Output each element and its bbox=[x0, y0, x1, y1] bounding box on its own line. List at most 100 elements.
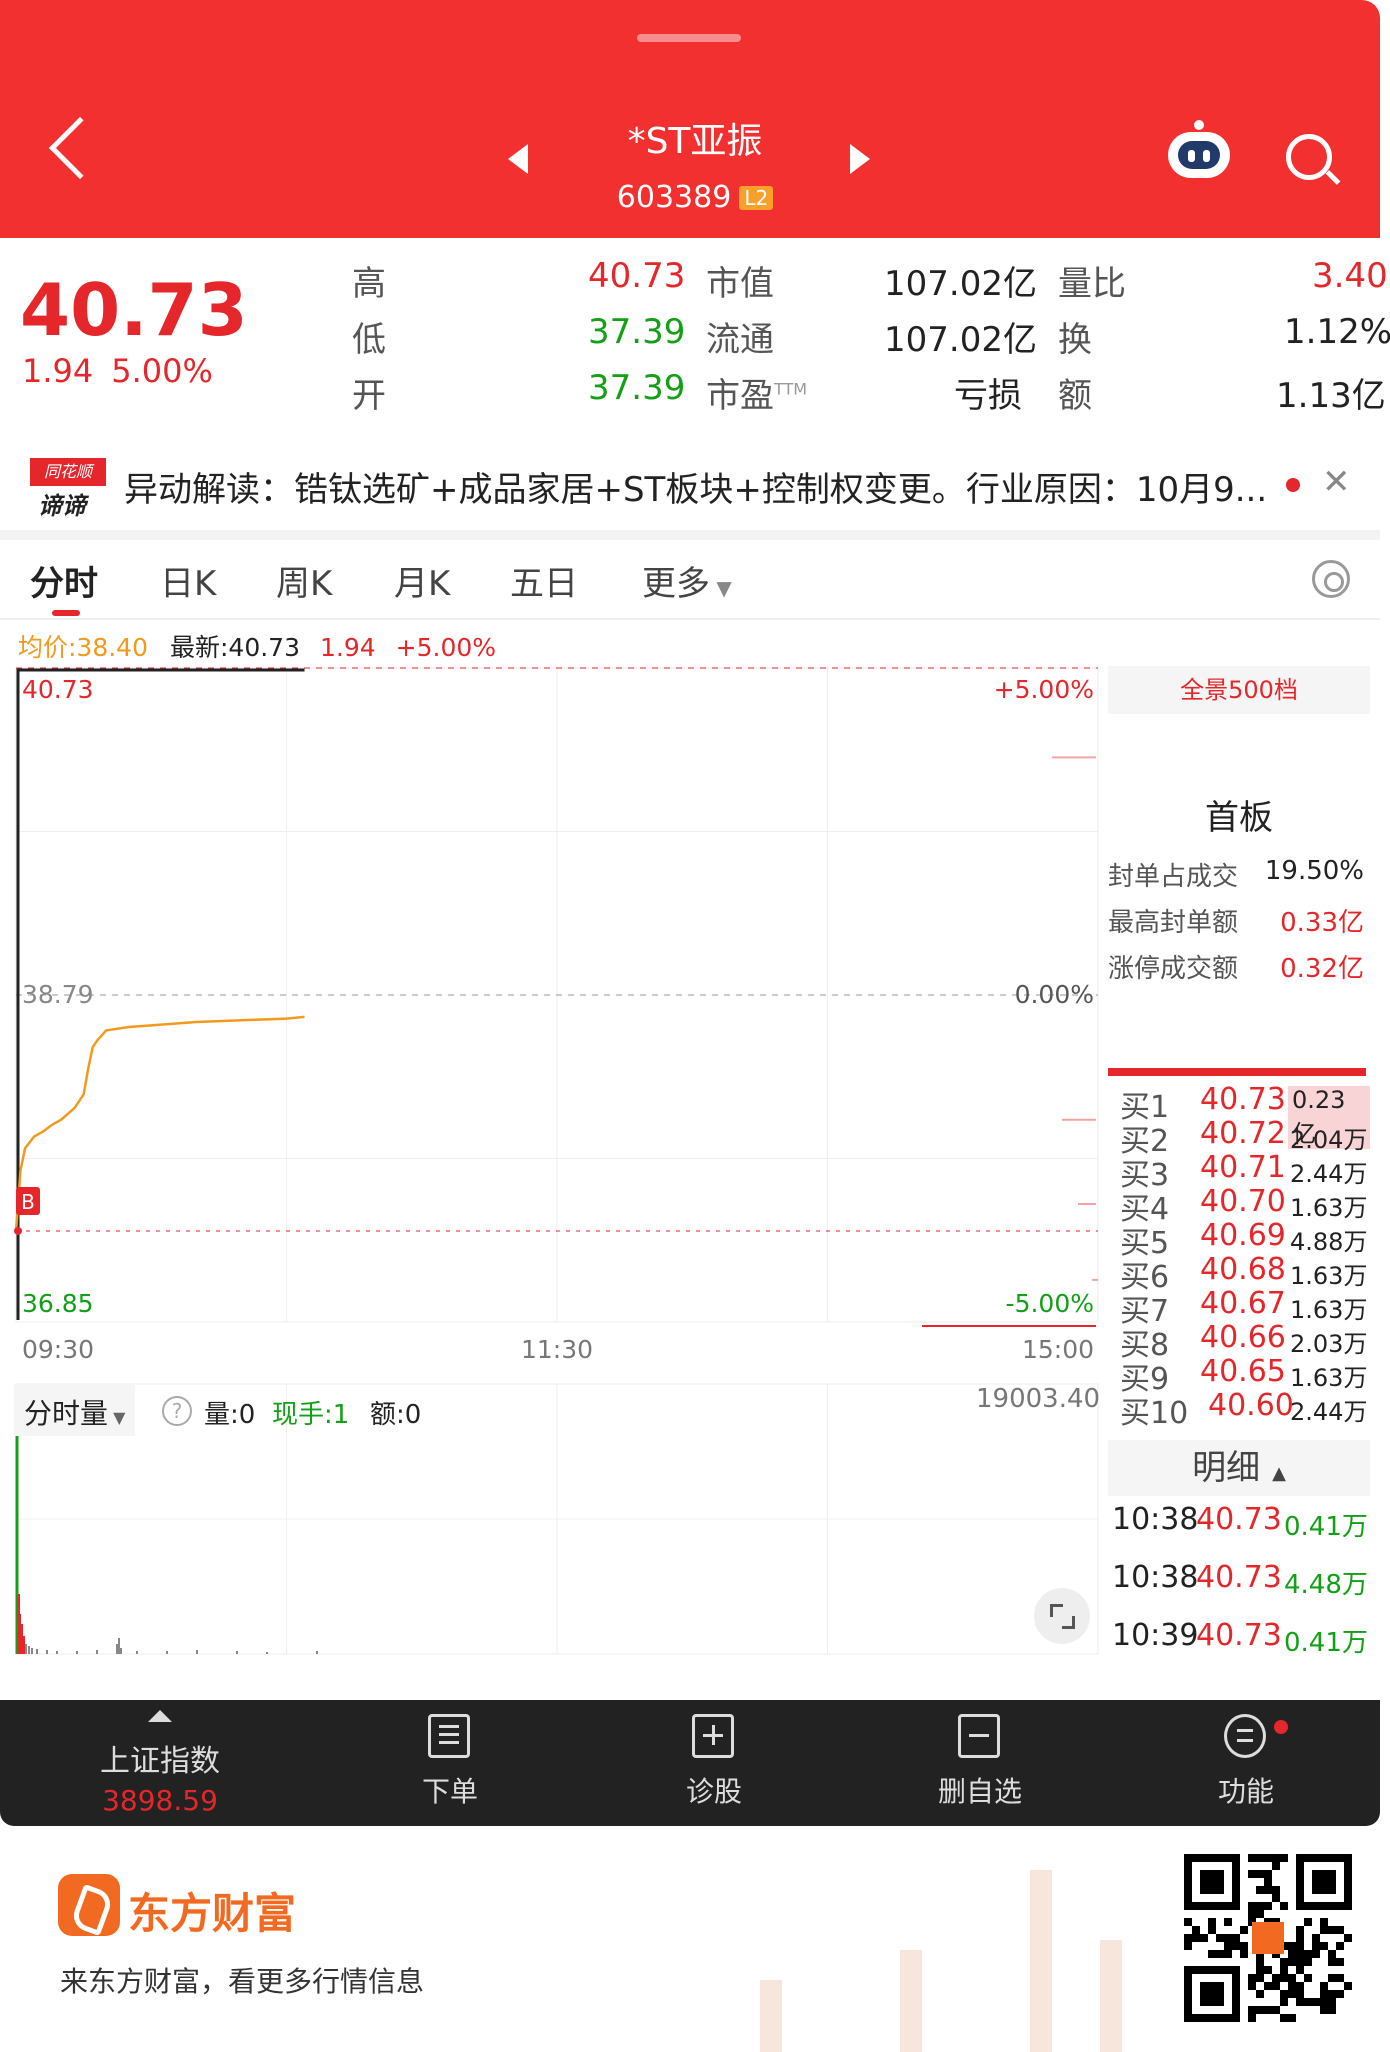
drag-handle[interactable] bbox=[637, 34, 741, 42]
volume-max: 19003.40 bbox=[976, 1384, 1101, 1414]
qr-module bbox=[1296, 1990, 1304, 1998]
bid-row[interactable]: 买3 40.71 2.44万 bbox=[1120, 1150, 1370, 1193]
stock-code-row: 603389 L2 bbox=[560, 180, 830, 215]
chart-settings-icon[interactable] bbox=[1312, 560, 1350, 598]
intraday-chart[interactable]: 40.73 38.79 36.85 +5.00% 0.00% -5.00% 09:30 11:… bbox=[12, 662, 1104, 1662]
volume-bar bbox=[76, 1651, 78, 1654]
tab-weekly-k[interactable]: 周K bbox=[276, 556, 332, 605]
divider bbox=[0, 530, 1380, 540]
nav-order[interactable]: 下单 bbox=[350, 1700, 550, 1826]
eastmoney-logo bbox=[58, 1874, 120, 1936]
volume-bar bbox=[25, 1644, 27, 1654]
qr-module bbox=[1272, 1894, 1280, 1902]
next-stock-icon[interactable] bbox=[850, 144, 870, 174]
nav-functions[interactable]: 功能 bbox=[1146, 1700, 1346, 1826]
tab-monthly-k[interactable]: 月K bbox=[394, 556, 450, 605]
bid-row[interactable]: 买6 40.68 1.63万 bbox=[1120, 1252, 1370, 1295]
qr-module bbox=[1328, 2006, 1336, 2014]
decor-candle bbox=[760, 1980, 782, 2052]
qr-module bbox=[1232, 1942, 1240, 1950]
news-banner[interactable]: 同花顺 谛谛 异动解读：锆钛选矿+成品家居+ST板块+控制权变更。行业原因：10… bbox=[0, 440, 1380, 526]
nav-remove-watchlist[interactable]: 删自选 bbox=[880, 1700, 1080, 1826]
qr-module bbox=[1208, 1926, 1216, 1934]
nav-diagnose[interactable]: 诊股 bbox=[614, 1700, 814, 1826]
qr-module bbox=[1280, 1966, 1288, 1974]
volume-bar bbox=[46, 1650, 48, 1654]
qr-module bbox=[1248, 1974, 1256, 1982]
qr-module bbox=[1288, 1974, 1296, 1982]
ths-logo: 同花顺 谛谛 bbox=[30, 458, 106, 520]
value-high: 40.73 bbox=[588, 256, 686, 296]
qr-module bbox=[1288, 1950, 1296, 1958]
label-pe: 市盈TTM bbox=[706, 376, 808, 416]
qr-module bbox=[1288, 2014, 1296, 2022]
remove-watchlist-icon bbox=[958, 1714, 1000, 1758]
qr-module bbox=[1264, 1982, 1272, 1990]
board-status: 首板 bbox=[1205, 798, 1273, 838]
index-name: 上证指数 bbox=[100, 1744, 220, 1779]
qr-module bbox=[1344, 1982, 1352, 1990]
qr-module bbox=[1240, 1950, 1248, 1958]
back-icon[interactable] bbox=[48, 116, 112, 180]
chart-info-bar: 均价:38.40 最新:40.73 1.94 +5.00% bbox=[18, 628, 496, 664]
volume-indicator-select[interactable]: 分时量 ▼ bbox=[14, 1384, 136, 1436]
qr-module bbox=[1296, 1942, 1304, 1950]
tab-daily-k[interactable]: 日K bbox=[160, 556, 216, 605]
qr-module bbox=[1184, 1942, 1192, 1950]
bid-row[interactable]: 买10 40.60 2.44万 bbox=[1120, 1388, 1370, 1431]
qr-module bbox=[1256, 1974, 1264, 1982]
volume-bar bbox=[31, 1648, 33, 1654]
brand-name: 东方财富 bbox=[128, 1889, 297, 1938]
bid-row[interactable]: 买9 40.65 1.63万 bbox=[1120, 1354, 1370, 1397]
tab-more[interactable]: 更多 ▼ bbox=[642, 556, 732, 605]
limit-up-bar bbox=[1108, 1068, 1366, 1076]
qr-module bbox=[1336, 1942, 1344, 1950]
bid-row[interactable]: 买8 40.66 2.03万 bbox=[1120, 1320, 1370, 1363]
news-text[interactable]: 异动解读：锆钛选矿+成品家居+ST板块+控制权变更。行业原因：10月9... bbox=[124, 462, 1267, 511]
bid-row[interactable]: 买2 40.72 2.04万 bbox=[1120, 1116, 1370, 1159]
qr-logo bbox=[1252, 1922, 1284, 1954]
help-icon[interactable]: ? bbox=[162, 1396, 192, 1426]
qr-module bbox=[1296, 1950, 1304, 1958]
close-icon[interactable]: ✕ bbox=[1322, 462, 1351, 502]
volume-bar bbox=[166, 1651, 168, 1654]
qr-module bbox=[1280, 1854, 1288, 1862]
bid-row[interactable]: 买1 40.73 0.23亿 bbox=[1120, 1082, 1370, 1149]
prev-stock-icon[interactable] bbox=[508, 144, 528, 174]
chart-marks: 40.73 38.79 36.85 +5.00% 0.00% -5.00% 09:30 11:… bbox=[14, 667, 1098, 1364]
stock-code: 603389 bbox=[616, 180, 732, 215]
robot-assistant-icon[interactable] bbox=[1168, 120, 1230, 178]
fullscreen-icon[interactable] bbox=[1034, 1588, 1090, 1644]
qr-module bbox=[1264, 1966, 1272, 1974]
volume-bar bbox=[120, 1648, 122, 1654]
label-low: 低 bbox=[352, 320, 386, 360]
qr-module bbox=[1248, 1854, 1256, 1862]
qr-module bbox=[1200, 1934, 1208, 1942]
qr-module bbox=[1224, 1918, 1232, 1926]
tab-five-day[interactable]: 五日 bbox=[510, 556, 578, 605]
full-depth-button[interactable]: 全景500档 bbox=[1108, 666, 1370, 714]
x-label: 11:30 bbox=[521, 1335, 593, 1364]
bid-row[interactable]: 买5 40.69 4.88万 bbox=[1120, 1218, 1370, 1261]
qr-code[interactable] bbox=[1184, 1854, 1352, 2022]
value-turnover: 1.12% bbox=[1284, 312, 1390, 352]
decor-candle bbox=[900, 1950, 922, 2052]
qr-module bbox=[1248, 1982, 1256, 1990]
volume-bar bbox=[56, 1651, 58, 1654]
qr-module bbox=[1328, 1958, 1336, 1966]
qr-module bbox=[1208, 1950, 1216, 1958]
volume-bar bbox=[116, 1644, 118, 1654]
open-dot bbox=[14, 1226, 22, 1235]
qr-module bbox=[1264, 1870, 1272, 1878]
qr-module bbox=[1256, 1910, 1264, 1918]
qr-module bbox=[1256, 1902, 1264, 1910]
qr-module bbox=[1232, 1934, 1240, 1942]
detail-toggle[interactable]: 明细 ▲ bbox=[1108, 1440, 1370, 1496]
bid-row[interactable]: 买7 40.67 1.63万 bbox=[1120, 1286, 1370, 1329]
qr-module bbox=[1272, 2006, 1280, 2014]
qr-module bbox=[1272, 1854, 1280, 1862]
bid-row[interactable]: 买4 40.70 1.63万 bbox=[1120, 1184, 1370, 1227]
tab-intraday[interactable]: 分时 bbox=[30, 556, 98, 605]
qr-module bbox=[1240, 1942, 1248, 1950]
search-icon[interactable] bbox=[1286, 134, 1332, 180]
